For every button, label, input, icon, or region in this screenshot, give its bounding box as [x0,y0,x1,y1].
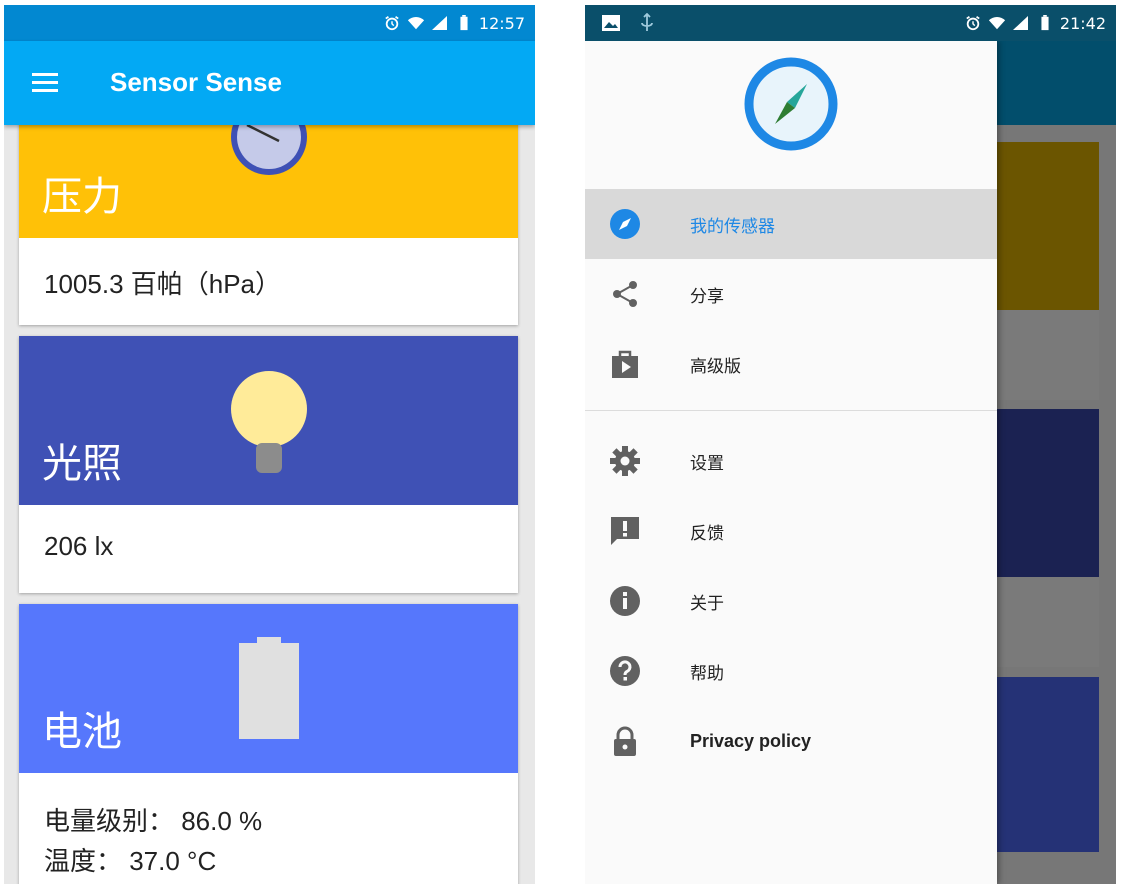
app-bar: Sensor Sense [4,41,535,125]
light-card[interactable]: 光照 206 lx [19,336,518,593]
navigation-drawer: 我的传感器 分享 高级版 设置 反馈 关于 帮助 Privacy policy [585,41,997,884]
battery-level-value: 电量级别： 86.0 % [44,806,263,836]
usb-icon [641,13,653,31]
menu-item-about[interactable]: 关于 [585,566,997,636]
sensor-list-screen: 12:57 Sensor Sense 压力 1005.3 百帕（hPa） 光照 [4,5,535,884]
menu-item-label: 反馈 [690,523,724,544]
menu-item-privacy-policy[interactable]: Privacy policy [585,706,997,776]
alarm-icon [385,16,399,31]
signal-icon [1012,16,1028,30]
menu-divider [585,410,997,411]
feedback-icon [611,517,639,545]
signal-icon [431,16,447,30]
battery-temperature-value: 温度： 37.0 °C [44,846,217,876]
menu-item-feedback[interactable]: 反馈 [585,496,997,566]
light-value: 206 lx [44,531,114,561]
drawer-header [585,41,997,190]
menu-item-help[interactable]: 帮助 [585,636,997,706]
pressure-card[interactable]: 压力 1005.3 百帕（hPa） [19,105,518,325]
menu-item-premium[interactable]: 高级版 [585,329,997,399]
status-time: 12:57 [478,13,525,33]
battery-level-icon [239,637,299,739]
status-bar: 12:57 [4,5,535,41]
menu-icon[interactable] [32,73,58,93]
share-icon [613,281,637,307]
light-bulb-icon [231,371,307,473]
menu-item-label: 高级版 [690,356,741,377]
shop-icon [612,350,638,378]
menu-item-label: Privacy policy [690,730,812,751]
menu-item-label: 我的传感器 [690,216,775,237]
wifi-icon [407,17,424,30]
battery-icon [460,15,468,31]
app-title: Sensor Sense [110,67,282,97]
card-title: 光照 [42,441,122,487]
menu-item-settings[interactable]: 设置 [585,426,997,496]
drawer-screen: 21:42 我的传感器 分享 高级版 设置 反馈 关于 帮助 Privacy p… [585,5,1116,884]
menu-item-share[interactable]: 分享 [585,259,997,329]
image-icon [602,15,620,31]
menu-item-label: 帮助 [690,663,724,684]
card-title: 压力 [42,174,122,220]
battery-icon [1041,15,1049,31]
battery-card[interactable]: 电池 电量级别： 86.0 % 温度： 37.0 °C [19,604,518,884]
alarm-icon [966,16,980,31]
menu-item-label: 分享 [690,286,724,307]
wifi-icon [988,17,1005,30]
status-time: 21:42 [1059,13,1106,33]
card-title: 电池 [42,709,122,755]
help-icon [610,656,640,686]
app-logo-compass-icon [744,57,838,151]
menu-item-my-sensors[interactable]: 我的传感器 [585,189,997,259]
pressure-value: 1005.3 百帕（hPa） [44,269,282,299]
info-icon [610,586,640,616]
compass-icon [610,209,640,239]
menu-item-label: 关于 [690,593,724,614]
gear-icon [610,446,640,476]
lock-icon [614,726,636,756]
menu-item-label: 设置 [690,453,724,474]
status-bar: 21:42 [585,5,1116,41]
